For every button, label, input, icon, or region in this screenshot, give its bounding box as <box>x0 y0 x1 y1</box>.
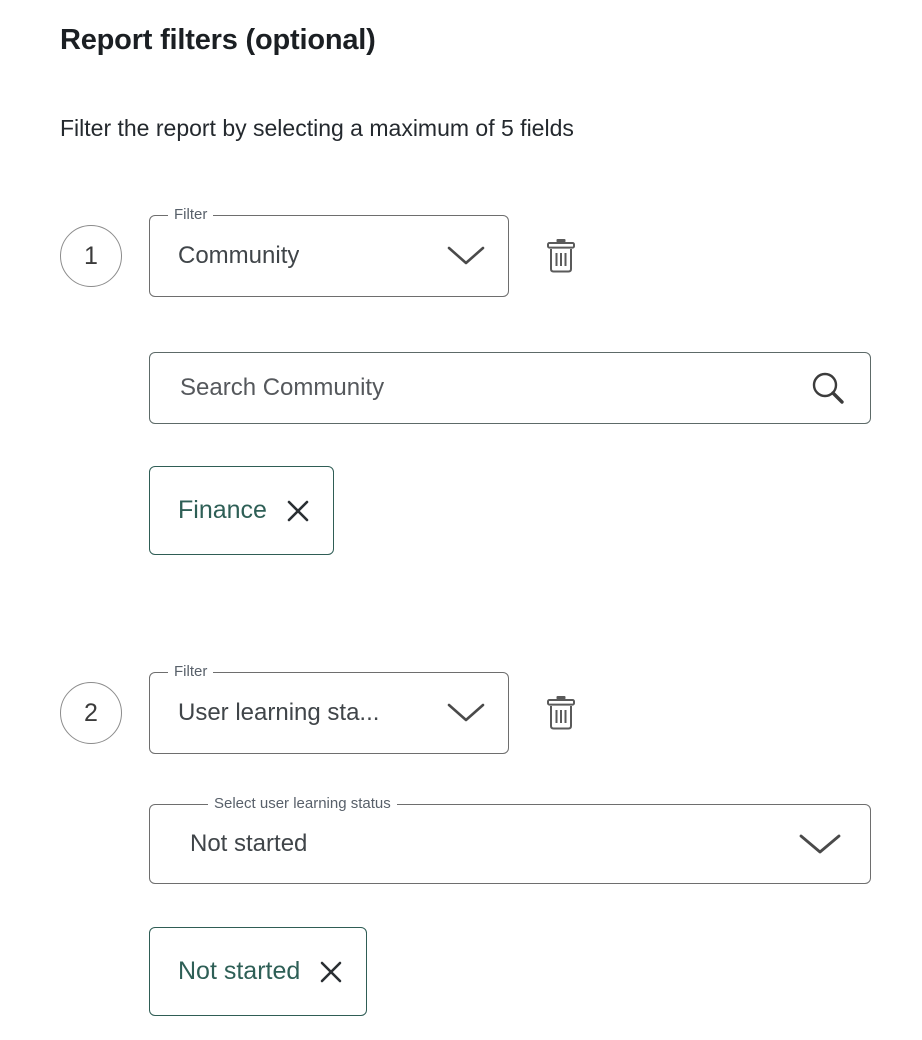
filter-index-badge-2: 2 <box>60 682 122 744</box>
search-input-placeholder-1: Search Community <box>180 374 384 402</box>
chevron-down-icon <box>798 831 842 857</box>
close-icon[interactable] <box>318 959 344 985</box>
page-subtitle: Filter the report by selecting a maximum… <box>60 112 574 144</box>
trash-icon <box>545 694 577 732</box>
page-title: Report filters (optional) <box>60 20 376 60</box>
user-learning-status-legend: Select user learning status <box>208 796 397 812</box>
user-learning-status-select[interactable]: Select user learning status Not started <box>149 804 871 884</box>
chip-label: Not started <box>178 957 300 986</box>
chevron-down-icon <box>446 244 486 268</box>
filter-field-legend-1: Filter <box>168 207 213 223</box>
filter-field-value-2: User learning sta... <box>178 699 379 727</box>
filter-field-select-1[interactable]: Filter Community <box>149 215 509 297</box>
close-icon[interactable] <box>285 498 311 524</box>
delete-filter-button-2[interactable] <box>541 690 581 736</box>
filter-field-select-2[interactable]: Filter User learning sta... <box>149 672 509 754</box>
filter-field-legend-2: Filter <box>168 664 213 680</box>
selected-chip-not-started[interactable]: Not started <box>149 927 367 1016</box>
trash-icon <box>545 237 577 275</box>
filter-field-value-1: Community <box>178 242 299 270</box>
delete-filter-button-1[interactable] <box>541 233 581 279</box>
user-learning-status-value: Not started <box>190 830 307 858</box>
report-filters-page: Report filters (optional) Filter the rep… <box>0 0 922 1040</box>
search-icon[interactable] <box>808 368 848 408</box>
chip-label: Finance <box>178 496 267 525</box>
selected-chip-finance[interactable]: Finance <box>149 466 334 555</box>
search-input-1[interactable]: Search Community <box>149 352 871 424</box>
filter-index-badge-1: 1 <box>60 225 122 287</box>
chevron-down-icon <box>446 701 486 725</box>
